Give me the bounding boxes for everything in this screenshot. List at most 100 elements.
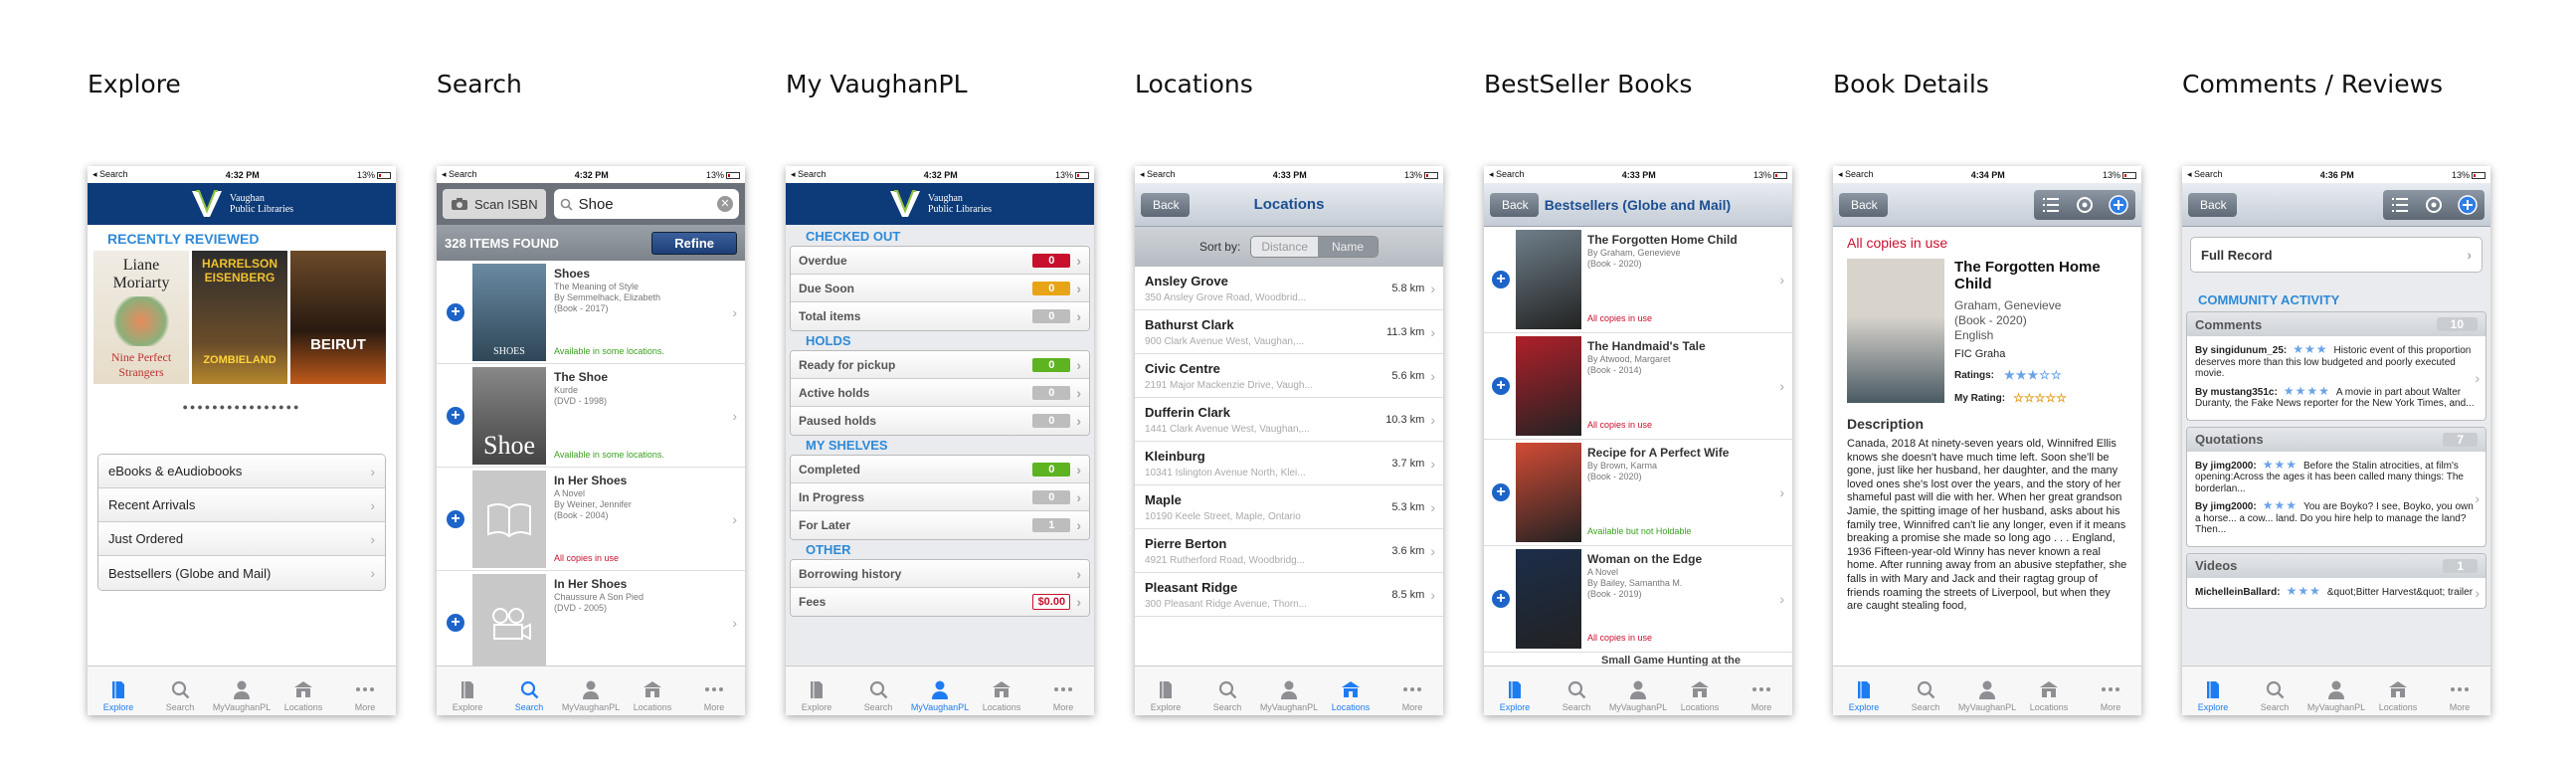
refine-button[interactable]: Refine (651, 231, 737, 255)
tab-myvaughanpl[interactable]: MyVaughanPL (2305, 667, 2367, 715)
back-button[interactable]: Back (2188, 192, 2237, 217)
account-row[interactable]: Due Soon 0 › (791, 275, 1089, 302)
search-result-item[interactable]: + In Her Shoes Chaussure A Son Pied (DVD - … (437, 571, 745, 674)
tab-explore[interactable]: Explore (2182, 667, 2244, 715)
tab-more[interactable]: More (683, 667, 745, 715)
sort-distance-button[interactable]: Distance (1251, 237, 1319, 257)
tab-more[interactable]: More (2080, 667, 2141, 715)
status-back[interactable]: ◂ Search (1838, 169, 1874, 180)
tab-search[interactable]: Search (1546, 667, 1607, 715)
location-row[interactable]: Dufferin Clark 1441 Clark Avenue West, Va… (1135, 398, 1443, 442)
tab-search[interactable]: Search (1895, 667, 1956, 715)
status-back[interactable]: ◂ Search (1489, 169, 1525, 180)
tab-more[interactable]: More (334, 667, 396, 715)
back-button[interactable]: Back (1839, 192, 1888, 217)
location-row[interactable]: Bathurst Clark 900 Clark Avenue West, Vau… (1135, 310, 1443, 354)
full-record-button[interactable]: Full Record › (2190, 237, 2483, 273)
account-row[interactable]: Ready for pickup 0 › (791, 351, 1089, 379)
account-row[interactable]: Total items 0 › (791, 302, 1089, 330)
back-button[interactable]: Back (1490, 192, 1539, 217)
tab-search[interactable]: Search (498, 667, 560, 715)
status-back[interactable]: ◂ Search (1140, 169, 1176, 180)
book-cover-zombieland[interactable]: HARRELSON EISENBERG ZOMBIELAND (192, 251, 287, 384)
status-back[interactable]: ◂ Search (442, 169, 477, 180)
menu-recent-arrivals[interactable]: Recent Arrivals › (98, 488, 385, 522)
list-item-partial[interactable]: Small Game Hunting at the (1484, 653, 1792, 667)
scan-isbn-button[interactable]: Scan ISBN (443, 189, 546, 219)
tab-explore[interactable]: Explore (437, 667, 498, 715)
tab-search[interactable]: Search (847, 667, 909, 715)
tab-locations[interactable]: Locations (273, 667, 334, 715)
status-back[interactable]: ◂ Search (2187, 169, 2223, 180)
book-cover-beirut[interactable]: BEIRUT (290, 251, 386, 384)
tab-myvaughanpl[interactable]: MyVaughanPL (560, 667, 622, 715)
menu-bestsellers[interactable]: Bestsellers (Globe and Mail) › (98, 556, 385, 590)
list-icon[interactable] (2383, 197, 2417, 212)
location-row[interactable]: Maple 10190 Keele Street, Maple, Ontario 5… (1135, 485, 1443, 529)
account-row[interactable]: Active holds 0 › (791, 379, 1089, 407)
search-result-item[interactable]: + SHOES Shoes The Meaning of Style By Semmel… (437, 261, 745, 364)
account-row[interactable]: Completed 0 › (791, 456, 1089, 483)
tab-myvaughanpl[interactable]: MyVaughanPL (909, 667, 971, 715)
bestseller-item[interactable]: + The Forgotten Home Child By Graham, Gene… (1484, 227, 1792, 333)
add-to-list-icon[interactable]: + (1492, 483, 1510, 501)
search-input[interactable]: Shoe ✕ (553, 189, 739, 219)
page-dots[interactable]: ●●●●●●●●●●●●●●●● (88, 402, 396, 412)
account-row[interactable]: Overdue 0 › (791, 247, 1089, 275)
search-result-item[interactable]: + In Her Shoes A Novel By Weiner, Jennifer(… (437, 468, 745, 571)
clear-icon[interactable]: ✕ (717, 196, 733, 212)
tab-locations[interactable]: Locations (1320, 667, 1381, 715)
add-to-list-icon[interactable]: + (447, 509, 464, 528)
back-button[interactable]: Back (1141, 192, 1190, 217)
settings-icon[interactable] (2417, 196, 2451, 214)
tab-explore[interactable]: Explore (786, 667, 847, 715)
add-to-list-icon[interactable]: + (447, 406, 464, 425)
status-back[interactable]: ◂ Search (791, 169, 827, 180)
add-icon[interactable] (2451, 194, 2484, 215)
location-row[interactable]: Pleasant Ridge 300 Pleasant Ridge Avenue,… (1135, 573, 1443, 617)
search-result-item[interactable]: + Shoe The Shoe Kurde (DVD - 1998) Available … (437, 364, 745, 468)
location-row[interactable]: Civic Centre 2191 Major Mackenzie Drive, … (1135, 354, 1443, 398)
tab-more[interactable]: More (1731, 667, 1792, 715)
tab-locations[interactable]: Locations (622, 667, 683, 715)
tab-locations[interactable]: Locations (1669, 667, 1731, 715)
account-row[interactable]: For Later 1 › (791, 511, 1089, 539)
menu-just-ordered[interactable]: Just Ordered › (98, 522, 385, 556)
add-to-list-icon[interactable]: + (1492, 271, 1510, 288)
account-row[interactable]: Borrowing history › (791, 560, 1089, 588)
tab-search[interactable]: Search (2244, 667, 2305, 715)
add-to-list-icon[interactable]: + (1492, 590, 1510, 608)
tab-myvaughanpl[interactable]: MyVaughanPL (1607, 667, 1669, 715)
book-cover-nine-perfect-strangers[interactable]: Liane Moriarty Nine Perfect Strangers (93, 251, 189, 384)
account-row[interactable]: Fees $0.00 › (791, 588, 1089, 616)
add-to-list-icon[interactable]: + (1492, 377, 1510, 395)
add-to-list-icon[interactable]: + (447, 302, 464, 321)
tab-more[interactable]: More (1381, 667, 1443, 715)
tab-explore[interactable]: Explore (88, 667, 149, 715)
tab-locations[interactable]: Locations (2367, 667, 2429, 715)
status-back[interactable]: ◂ Search (92, 169, 128, 180)
tab-myvaughanpl[interactable]: MyVaughanPL (1258, 667, 1320, 715)
tab-search[interactable]: Search (149, 667, 211, 715)
tab-myvaughanpl[interactable]: MyVaughanPL (1956, 667, 2018, 715)
add-icon[interactable] (2102, 194, 2135, 215)
settings-icon[interactable] (2068, 196, 2102, 214)
tab-explore[interactable]: Explore (1833, 667, 1895, 715)
menu-ebooks[interactable]: eBooks & eAudiobooks › (98, 455, 385, 488)
list-icon[interactable] (2034, 197, 2068, 212)
activity-quotes[interactable]: Quotations 7 By jimg2000: ★★★ Before the Sta… (2186, 426, 2486, 547)
activity-videos[interactable]: Videos 1 MichelleinBallard: ★★★ &quot;Bitter… (2186, 552, 2486, 609)
tab-more[interactable]: More (2429, 667, 2490, 715)
account-row[interactable]: Paused holds 0 › (791, 407, 1089, 435)
tab-more[interactable]: More (1032, 667, 1094, 715)
tab-explore[interactable]: Explore (1484, 667, 1546, 715)
bestseller-item[interactable]: + The Handmaid's Tale By Atwood, Margaret(… (1484, 333, 1792, 440)
account-row[interactable]: In Progress 0 › (791, 483, 1089, 511)
carousel[interactable]: Liane Moriarty Nine Perfect Strangers HA… (88, 247, 396, 384)
bestseller-item[interactable]: + Recipe for A Perfect Wife By Brown, Karm… (1484, 440, 1792, 546)
add-to-list-icon[interactable]: + (447, 613, 464, 632)
location-row[interactable]: Ansley Grove 350 Ansley Grove Road, Woodb… (1135, 267, 1443, 310)
bestseller-item[interactable]: + Woman on the Edge A Novel By Bailey, Sama… (1484, 546, 1792, 653)
my-rating-stars-icon[interactable]: ☆☆☆☆☆ (2013, 391, 2067, 406)
tab-search[interactable]: Search (1196, 667, 1258, 715)
